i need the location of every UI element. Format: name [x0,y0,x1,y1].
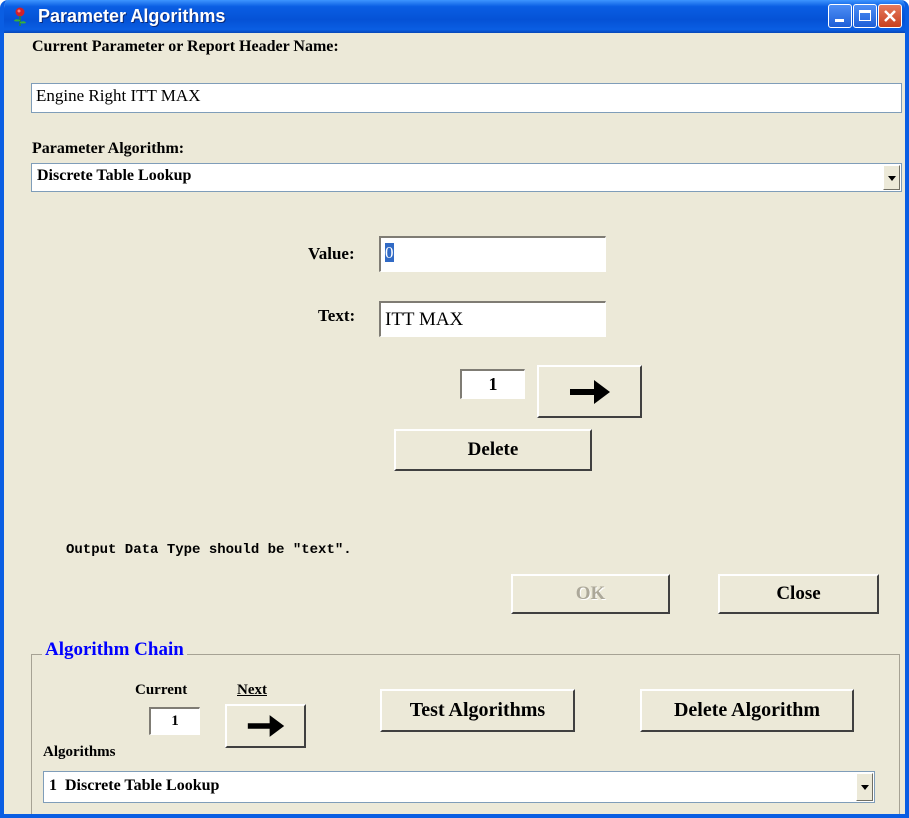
output-type-note: Output Data Type should be "text". [66,542,352,558]
current-label: Current [135,682,188,698]
parameter-name-label: Current Parameter or Report Header Name: [32,38,339,55]
chevron-down-icon[interactable] [883,165,900,190]
value-input[interactable]: 0 [379,236,606,272]
minimize-icon [835,19,844,22]
text-label: Text: [318,306,356,325]
algorithms-selected-value: 1 Discrete Table Lookup [49,777,220,794]
next-algorithm-button[interactable] [225,704,306,748]
chevron-down-icon[interactable] [856,773,873,801]
next-label: Next [237,682,267,698]
maximize-icon [859,10,871,21]
parameter-name-input[interactable]: Engine Right ITT MAX [31,83,902,113]
close-icon [884,10,896,22]
right-arrow-icon [569,379,610,404]
current-algorithm-field[interactable]: 1 [149,707,200,735]
ok-label: OK [575,583,606,604]
algorithms-select[interactable]: 1 Discrete Table Lookup [43,771,875,803]
window-title: Parameter Algorithms [38,6,226,26]
next-entry-button[interactable] [537,365,642,418]
parameter-algorithms-window: Parameter Algorithms Current Parameter o… [0,0,909,818]
lookup-index-field[interactable]: 1 [460,369,525,399]
rose-icon [14,7,26,26]
close-button[interactable]: Close [718,574,879,614]
text-input[interactable]: ITT MAX [379,301,606,337]
algorithm-chain-title: Algorithm Chain [42,639,187,661]
parameter-algorithm-select[interactable]: Discrete Table Lookup [31,163,902,192]
value-label: Value: [308,244,355,263]
minimize-button[interactable] [828,4,852,28]
parameter-algorithm-label: Parameter Algorithm: [32,140,185,157]
ok-button[interactable]: OK [511,574,670,614]
maximize-button[interactable] [853,4,877,28]
parameter-algorithm-value: Discrete Table Lookup [37,167,192,184]
algorithms-label: Algorithms [43,744,116,760]
right-arrow-icon [247,715,284,737]
delete-entry-button[interactable]: Delete [394,429,592,471]
test-algorithms-button[interactable]: Test Algorithms [380,689,575,732]
delete-algorithm-button[interactable]: Delete Algorithm [640,689,854,732]
title-bar[interactable]: Parameter Algorithms [4,0,905,33]
close-window-button[interactable] [878,4,902,28]
close-label: Close [776,583,821,604]
value-text: 0 [385,243,394,262]
